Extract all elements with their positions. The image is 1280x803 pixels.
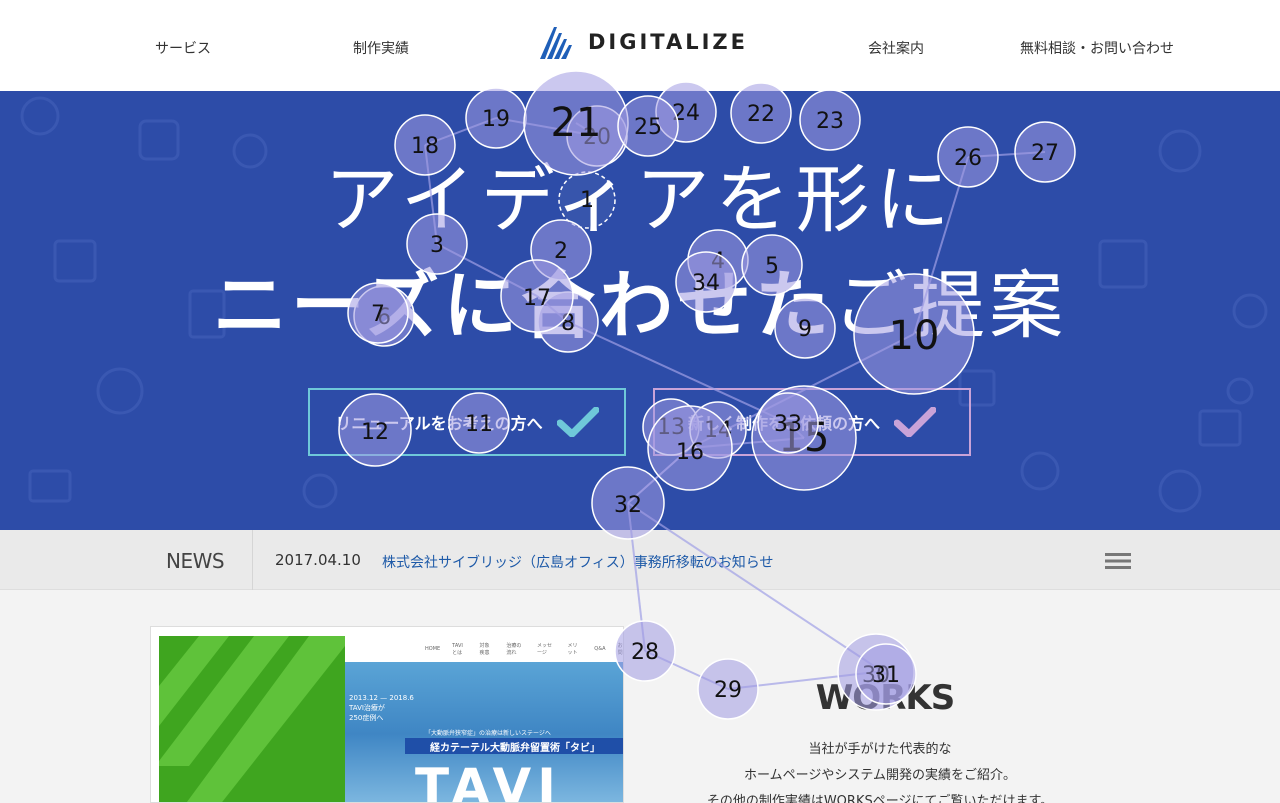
works-screenshot: HOME TAVIとは 対象疾患 治療の流れ メッセージ メリット Q&A お問… (345, 636, 623, 803)
check-icon (894, 407, 936, 437)
works-shot-banner: 経カテーテル大動脈弁留置術「タビ」 (405, 738, 623, 754)
works-shot-caption: 2013.12 — 2018.6 TAVI治療が 250症例へ (349, 694, 414, 723)
works-shot-big-title: TAVI (415, 758, 562, 803)
logo-text: DIGITALIZE (588, 30, 749, 54)
hero-title-line2-light: ご提案 (833, 263, 1068, 349)
shot-nav-item: HOME (425, 646, 441, 652)
hamburger-icon[interactable] (1105, 552, 1131, 570)
nav-works[interactable]: 制作実績 (353, 38, 409, 58)
gaze-path-line (875, 671, 887, 675)
gaze-marker-circle (697, 658, 759, 720)
gaze-marker-circle (614, 620, 676, 682)
works-title: WORKS (815, 678, 955, 718)
news-headline-link[interactable]: 株式会社サイブリッジ（広島オフィス）事務所移転のお知らせ (382, 552, 773, 572)
gaze-marker: 29 (697, 658, 759, 720)
hero-title-line1: アイディアを形に (324, 157, 956, 243)
shot-nav-item: 対象疾患 (479, 643, 490, 656)
works-thumbnail[interactable]: HOME TAVIとは 対象疾患 治療の流れ メッセージ メリット Q&A お問… (150, 626, 624, 803)
gaze-marker-label: 28 (631, 640, 659, 665)
renewal-cta-button[interactable]: リニューアルをお考えの方へ (308, 388, 626, 456)
site-logo[interactable]: DIGITALIZE (538, 22, 748, 62)
works-green-panel (159, 636, 345, 802)
logo-mark-icon (540, 27, 572, 59)
news-date: 2017.04.10 (275, 551, 361, 569)
works-shot-tagline: 「大動脈弁狭窄症」の治療は新しいステージへ (425, 730, 551, 737)
shot-nav-item: Q&A (594, 646, 606, 652)
hero-section: アイディアを形に ニーズに合わせたご提案 リニューアルをお考えの方へ 新しく制作… (0, 91, 1280, 530)
works-desc-line: その他の制作実績はWORKSページにてご覧いただけます。 (706, 794, 1054, 803)
gaze-path-line (644, 650, 729, 690)
renewal-cta-label: リニューアルをお考えの方へ (335, 414, 543, 433)
gaze-marker: 28 (614, 620, 676, 682)
shot-caption-line: 2013.12 — 2018.6 (349, 694, 414, 702)
gaze-marker-label: 29 (714, 678, 742, 703)
check-icon (556, 407, 599, 437)
new-project-cta-button[interactable]: 新しく制作をご依頼の方へ (653, 388, 971, 456)
shot-caption-line: TAVI治療が (349, 703, 385, 712)
site-header: サービス 制作実績 DIGITALIZE 会社案内 無料相談・お問い合わせ (0, 0, 1280, 91)
works-description: 当社が手がけた代表的な ホームページやシステム開発の実績をご紹介。 その他の制作… (640, 737, 1120, 803)
new-project-cta-label: 新しく制作をご依頼の方へ (687, 414, 880, 433)
news-bar: NEWS 2017.04.10 株式会社サイブリッジ（広島オフィス）事務所移転の… (0, 530, 1280, 590)
shot-nav-item: お問 (617, 643, 623, 656)
hero-title-line2: ニーズに合わせたご提案 (0, 269, 1280, 343)
nav-contact[interactable]: 無料相談・お問い合わせ (1020, 38, 1174, 58)
shot-nav-item: メッセージ (536, 643, 552, 656)
nav-services[interactable]: サービス (155, 38, 211, 58)
shot-nav-item: 治療の流れ (506, 643, 522, 656)
shot-caption-line: 250症例へ (349, 713, 384, 722)
works-desc-line: 当社が手がけた代表的な (808, 742, 952, 757)
works-shot-nav: HOME TAVIとは 対象疾患 治療の流れ メッセージ メリット Q&A お問 (345, 636, 623, 662)
news-label: NEWS (166, 549, 225, 573)
shot-nav-item: TAVIとは (452, 642, 463, 656)
news-divider (252, 530, 253, 590)
hero-title-line2-bold: ニーズに合わせた (212, 263, 834, 349)
works-desc-line: ホームページやシステム開発の実績をご紹介。 (744, 768, 1016, 783)
nav-company[interactable]: 会社案内 (868, 38, 924, 58)
stripe-graphic-icon (159, 636, 345, 802)
shot-nav-item: メリット (567, 643, 578, 656)
